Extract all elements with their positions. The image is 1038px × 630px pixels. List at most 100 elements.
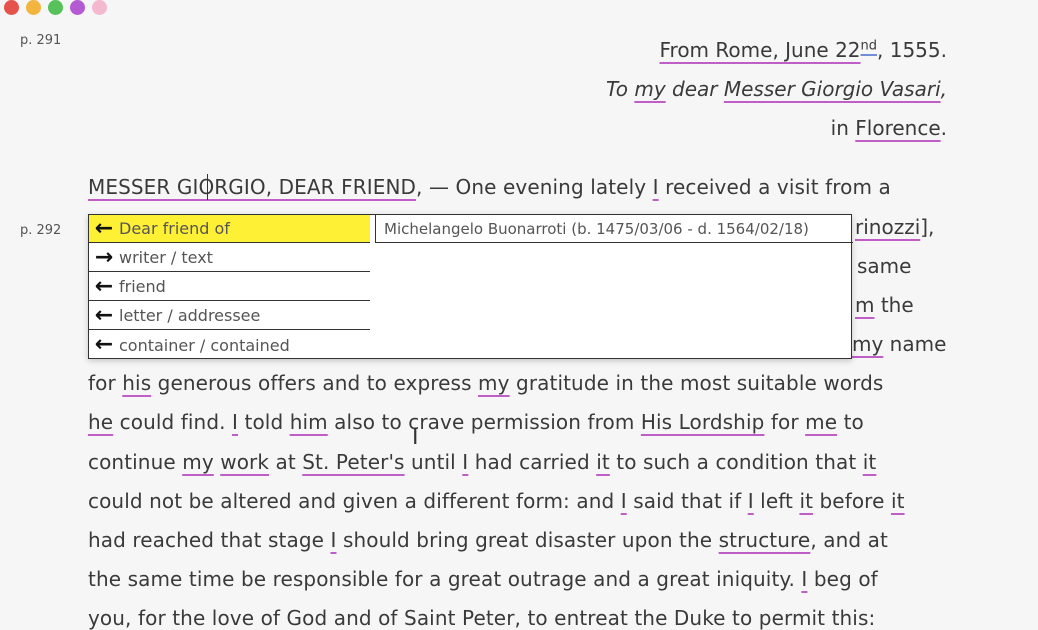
entity-his-lordship[interactable]: His Lordship (641, 410, 765, 434)
header-in: in (830, 116, 856, 140)
text-span: had reached that stage (88, 528, 331, 552)
header-to: To (606, 77, 635, 101)
text-span: should bring great disaster upon the (336, 528, 719, 552)
text-span: the (874, 293, 914, 317)
header-year: , 1555. (877, 38, 947, 62)
text-span: also to crave permission from (327, 410, 641, 434)
relation-dear-friend-of[interactable]: ← Dear friend of (89, 215, 370, 243)
relation-popup: ← Dear friend of → writer / text ← frien… (88, 214, 853, 359)
text-line-9: could not be altered and given a differe… (88, 489, 905, 513)
text-line-2-fragment: rinozzi], (855, 215, 934, 239)
ibeam-cursor-icon: I (412, 425, 419, 450)
entity-florence[interactable]: Florence (855, 116, 940, 140)
text-line-1: MESSER GIORGIO, DEAR FRIEND, — One eveni… (88, 175, 891, 199)
window-controls (4, 0, 107, 15)
relation-label: letter / addressee (119, 306, 261, 325)
text-span: at (269, 450, 303, 474)
pink-dot-icon[interactable] (92, 0, 107, 15)
entity-structure[interactable]: structure (719, 528, 811, 552)
relation-writer-text[interactable]: → writer / text (89, 244, 370, 272)
entity-my[interactable]: my (182, 450, 214, 474)
text-span: to (837, 410, 864, 434)
entity-it[interactable]: it (799, 489, 813, 513)
letter-addressee: To my dear Messer Giorgio Vasari, (606, 77, 947, 101)
relation-label: container / contained (119, 335, 290, 355)
entity-my[interactable]: my (634, 77, 665, 101)
header-dear: dear (665, 77, 724, 101)
header-date[interactable]: , June 22 (772, 38, 860, 62)
page-number-292: p. 292 (20, 223, 62, 238)
arrow-right-icon: → (94, 244, 114, 270)
page-number-291: p. 291 (20, 33, 62, 48)
text-span: had carried (468, 450, 597, 474)
entity-m[interactable]: m (855, 293, 874, 317)
entity-it[interactable]: it (596, 450, 610, 474)
text-span: to such a condition that (609, 450, 863, 474)
text-span: beg of (807, 567, 878, 591)
text-line-6: for his generous offers and to express m… (88, 371, 883, 395)
relation-friend[interactable]: ← friend (89, 273, 370, 301)
entity-his[interactable]: his (122, 371, 151, 395)
letter-place: in Florence. (831, 116, 947, 140)
text-span: for (88, 371, 123, 395)
text-span: before (813, 489, 891, 513)
relation-label: writer / text (119, 248, 213, 267)
entity-st-peters[interactable]: St. Peter's (302, 450, 404, 474)
text-span: the same time be responsible for a great… (88, 567, 802, 591)
text-line-10: had reached that stage I should bring gr… (88, 528, 888, 552)
text-span: for (764, 410, 806, 434)
arrow-left-icon: ← (94, 302, 114, 328)
text-line-12: you, for the love of God and of Saint Pe… (88, 606, 876, 630)
text-line-11: the same time be responsible for a great… (88, 567, 878, 591)
text-line-3-fragment: same (857, 254, 912, 278)
text-line-5-fragment: my name (852, 332, 946, 356)
text-span: name (883, 332, 947, 356)
relation-label: friend (119, 277, 166, 296)
entity-michelangelo[interactable]: Michelangelo Buonarroti (b. 1475/03/06 -… (375, 215, 853, 243)
close-dot-icon[interactable] (4, 0, 19, 15)
entity-it[interactable]: it (891, 489, 905, 513)
entity-he[interactable]: he (88, 410, 113, 434)
header-from[interactable]: From (659, 38, 715, 62)
text-span: said that if (626, 489, 748, 513)
entity-rome[interactable]: Rome (715, 38, 772, 62)
text-span: generous offers and to express (151, 371, 479, 395)
text-span: until (404, 450, 463, 474)
entity-my[interactable]: my (478, 371, 510, 395)
entity-it[interactable]: it (863, 450, 877, 474)
header-period: . (940, 116, 947, 140)
entity-him[interactable]: him (290, 410, 328, 434)
text-line-7: he could find. I told him also to crave … (88, 410, 864, 434)
text-span: left (753, 489, 800, 513)
text-line-8: continue my work at St. Peter's until I … (88, 450, 876, 474)
text-span: continue (88, 450, 183, 474)
relation-letter-addressee[interactable]: ← letter / addressee (89, 302, 370, 330)
text-span: could not be altered and given a differe… (88, 489, 621, 513)
text-caret (207, 174, 208, 200)
relation-container-contained[interactable]: ← container / contained (89, 331, 370, 359)
header-nd[interactable]: nd (861, 38, 878, 53)
relation-label: Dear friend of (119, 219, 230, 238)
arrow-left-icon: ← (94, 215, 114, 241)
text-span: ], (920, 215, 935, 239)
minimize-dot-icon[interactable] (26, 0, 41, 15)
entity-rinozzi[interactable]: rinozzi (855, 215, 920, 239)
text-span: told (238, 410, 290, 434)
arrow-left-icon: ← (94, 273, 114, 299)
text-span: received a visit from a (658, 175, 891, 199)
entity-me[interactable]: me (805, 410, 837, 434)
header-comma: , (940, 77, 947, 101)
text-span: gratitude in the most suitable words (509, 371, 884, 395)
arrow-left-icon: ← (94, 332, 114, 357)
entity-vasari[interactable]: Messer Giorgio Vasari (724, 77, 941, 101)
text-line-4-fragment: m the (855, 293, 914, 317)
letter-date: From Rome, June 22nd, 1555. (659, 38, 947, 62)
entity-messer-giorgio[interactable]: MESSER GIORGIO, DEAR FRIEND (88, 175, 416, 199)
maximize-dot-icon[interactable] (48, 0, 63, 15)
text-span: , — One evening lately (416, 175, 653, 199)
entity-my[interactable]: my (852, 332, 883, 356)
text-span: , and at (810, 528, 888, 552)
entity-work[interactable]: work (220, 450, 269, 474)
purple-dot-icon[interactable] (70, 0, 85, 15)
text-span: could find. (113, 410, 233, 434)
